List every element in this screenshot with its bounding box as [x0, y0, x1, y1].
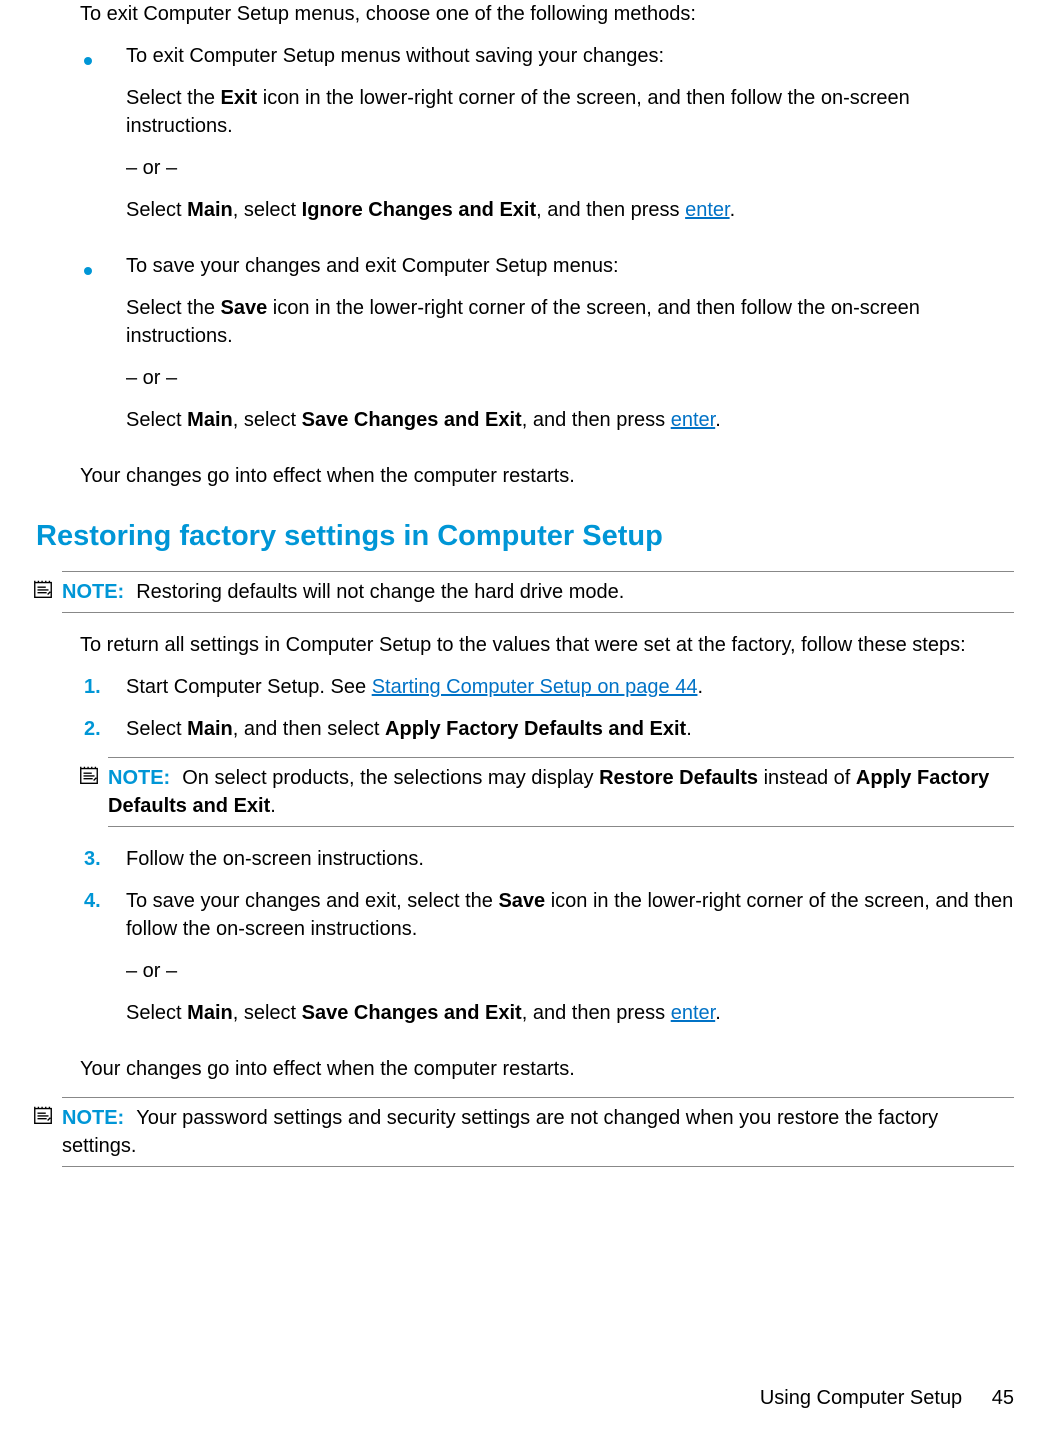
bullet-lead: To exit Computer Setup menus without sav…: [126, 42, 1014, 70]
step-content: Follow the on-screen instructions.: [126, 845, 1014, 873]
page-footer: Using Computer Setup 45: [760, 1384, 1014, 1412]
footer-title: Using Computer Setup: [760, 1387, 962, 1409]
note-box: NOTE:Your password settings and security…: [62, 1097, 1014, 1167]
bullet-icon: [80, 42, 126, 238]
step-number: 4.: [80, 887, 126, 1041]
note-box: NOTE:On select products, the selections …: [108, 757, 1014, 827]
bullet-para: Select Main, select Ignore Changes and E…: [126, 196, 1014, 224]
note-icon: [32, 1104, 54, 1126]
note-label: NOTE:: [108, 767, 170, 789]
step-item: 4. To save your changes and exit, select…: [80, 887, 1014, 1041]
page-content: To exit Computer Setup menus, choose one…: [0, 0, 1050, 1167]
bullet-item: To save your changes and exit Computer S…: [80, 252, 1014, 448]
bullet-content: To save your changes and exit Computer S…: [126, 252, 1014, 448]
page-number: 45: [992, 1387, 1014, 1409]
or-separator: – or –: [126, 154, 1014, 182]
bullet-item: To exit Computer Setup menus without sav…: [80, 42, 1014, 238]
bullet-para: Select Main, select Save Changes and Exi…: [126, 406, 1014, 434]
note-icon: [78, 764, 100, 786]
step-content: To save your changes and exit, select th…: [126, 887, 1014, 1041]
or-separator: – or –: [126, 364, 1014, 392]
note-text: Restoring defaults will not change the h…: [136, 581, 624, 603]
bullet-lead: To save your changes and exit Computer S…: [126, 252, 1014, 280]
bullet-para: Select the Save icon in the lower-right …: [126, 294, 1014, 350]
step-content: Select Main, and then select Apply Facto…: [126, 715, 1014, 743]
closing-paragraph: Your changes go into effect when the com…: [80, 1055, 1014, 1083]
step-item: 2. Select Main, and then select Apply Fa…: [80, 715, 1014, 743]
or-separator: – or –: [126, 957, 1014, 985]
step-item: 1. Start Computer Setup. See Starting Co…: [80, 673, 1014, 701]
note-label: NOTE:: [62, 581, 124, 603]
note-label: NOTE:: [62, 1107, 124, 1129]
note-box: NOTE: Restoring defaults will not change …: [62, 571, 1014, 613]
note-text: Your password settings and security sett…: [62, 1107, 938, 1157]
return-paragraph: To return all settings in Computer Setup…: [80, 631, 1014, 659]
step-number: 2.: [80, 715, 126, 743]
intro-paragraph: To exit Computer Setup menus, choose one…: [80, 0, 1014, 28]
closing-paragraph: Your changes go into effect when the com…: [80, 462, 1014, 490]
bullet-content: To exit Computer Setup menus without sav…: [126, 42, 1014, 238]
cross-reference-link[interactable]: Starting Computer Setup on page 44: [372, 676, 698, 698]
bullet-para: Select the Exit icon in the lower-right …: [126, 84, 1014, 140]
note-icon: [32, 578, 54, 600]
step-number: 3.: [80, 845, 126, 873]
bullet-icon: [80, 252, 126, 448]
step-number: 1.: [80, 673, 126, 701]
section-heading: Restoring factory settings in Computer S…: [36, 516, 1014, 557]
step-item: 3. Follow the on-screen instructions.: [80, 845, 1014, 873]
step-content: Start Computer Setup. See Starting Compu…: [126, 673, 1014, 701]
